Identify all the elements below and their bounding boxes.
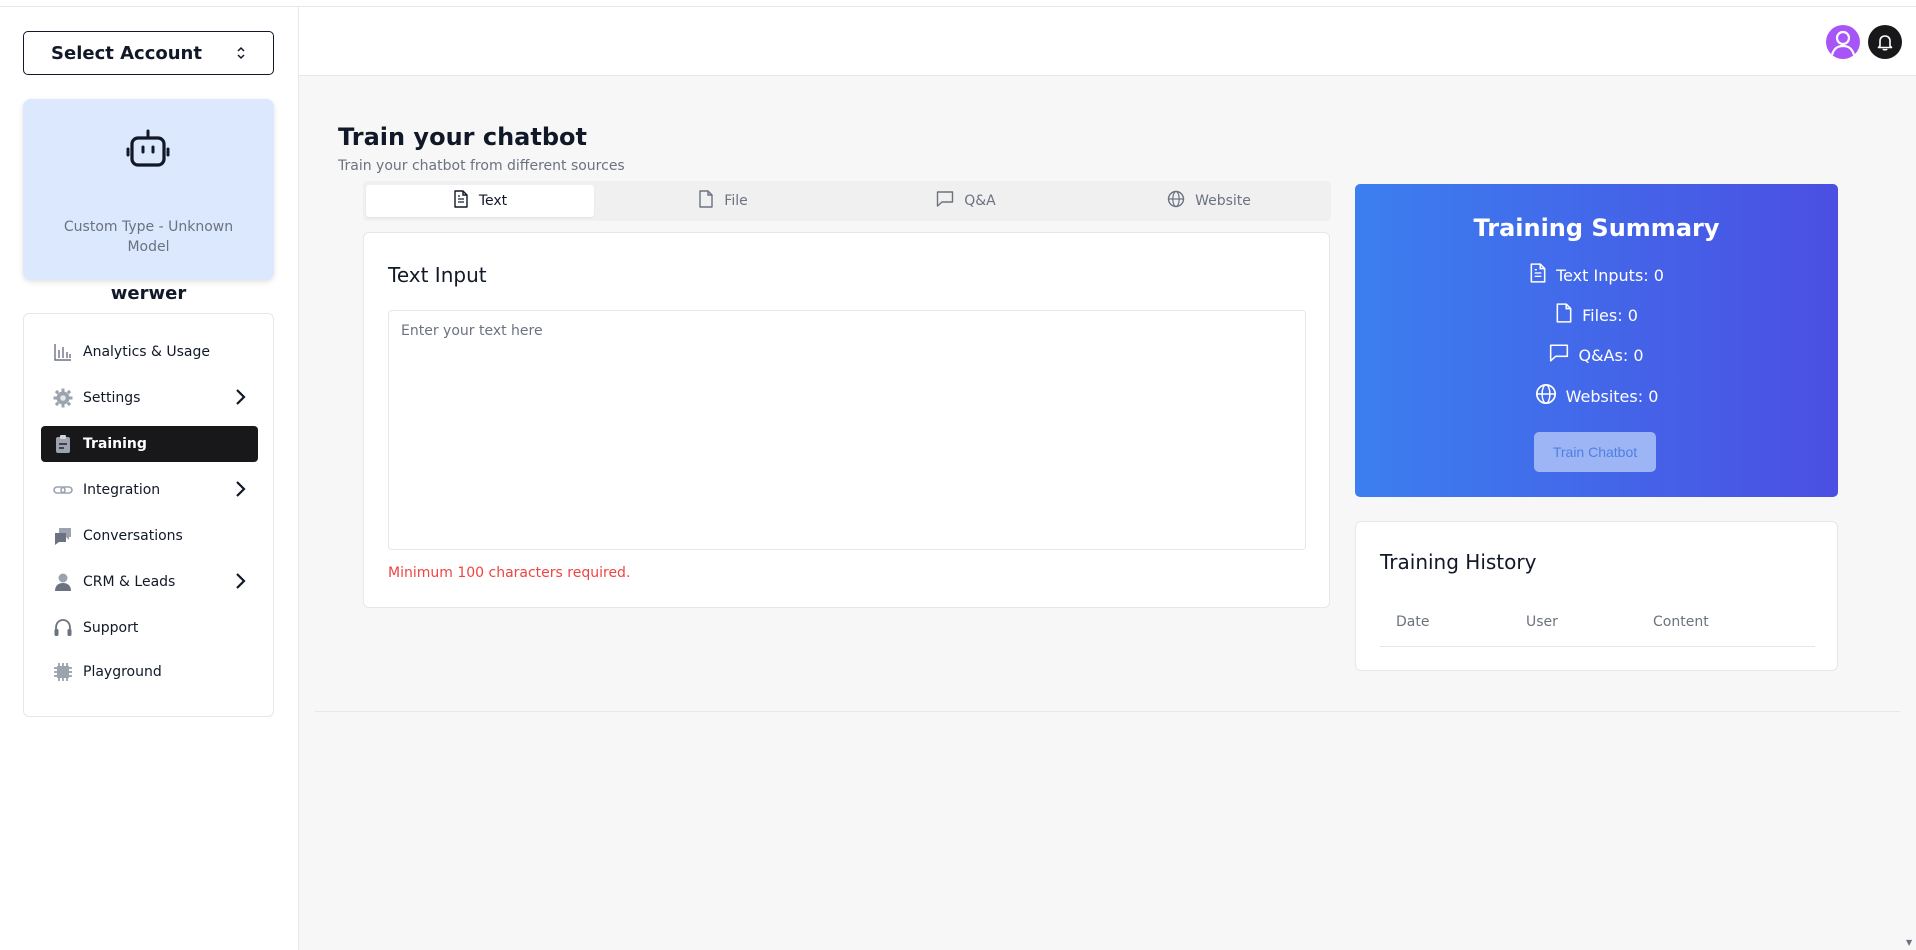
sidebar-item-label: Settings xyxy=(83,390,141,406)
footer-divider xyxy=(315,711,1900,712)
select-account-dropdown[interactable]: Select Account xyxy=(23,31,274,75)
sidebar-item-label: CRM & Leads xyxy=(83,574,176,590)
training-history-card: Training History Date User Content xyxy=(1355,521,1838,671)
sidebar-item-playground[interactable]: Playground xyxy=(41,654,258,690)
globe-icon xyxy=(1167,190,1185,212)
summary-text-inputs: Text Inputs: 0 xyxy=(1355,263,1838,287)
notification-bell-icon[interactable] xyxy=(1868,25,1902,59)
chevron-up-down-icon xyxy=(236,46,246,60)
robot-icon xyxy=(126,129,170,169)
page-title: Train your chatbot xyxy=(338,123,587,151)
tab-label: Website xyxy=(1195,193,1251,209)
select-account-label: Select Account xyxy=(51,42,202,64)
tab-qa[interactable]: Q&A xyxy=(852,185,1080,217)
validation-error: Minimum 100 characters required. xyxy=(388,565,631,581)
sidebar-item-label: Training xyxy=(83,436,147,452)
document-text-icon xyxy=(1529,263,1547,287)
chevron-right-icon xyxy=(234,480,246,502)
chip-icon xyxy=(53,662,73,682)
sidebar-item-label: Integration xyxy=(83,482,161,498)
sidebar-item-label: Conversations xyxy=(83,528,183,544)
chevron-right-icon xyxy=(234,388,246,410)
text-input-title: Text Input xyxy=(388,263,487,287)
sidebar-item-analytics[interactable]: Analytics & Usage xyxy=(41,334,258,370)
tab-label: Q&A xyxy=(964,193,996,209)
summary-files: Files: 0 xyxy=(1355,303,1838,327)
sidebar-item-conversations[interactable]: Conversations xyxy=(41,518,258,554)
sidebar-item-integration[interactable]: Integration xyxy=(41,472,258,508)
sidebar-item-crm-leads[interactable]: CRM & Leads xyxy=(41,564,258,600)
gear-icon xyxy=(53,388,73,408)
main-content: Train your chatbot Train your chatbot fr… xyxy=(299,7,1916,950)
tab-label: Text xyxy=(478,193,508,209)
chat-icon xyxy=(1549,343,1569,367)
training-summary-title: Training Summary xyxy=(1473,214,1720,242)
headphones-icon xyxy=(53,618,73,638)
summary-line-label: Files: 0 xyxy=(1582,305,1638,325)
chat-bubbles-icon xyxy=(53,526,73,546)
column-header-content: Content xyxy=(1653,614,1709,630)
training-summary-card: Training Summary Text Inputs: 0 Files: 0… xyxy=(1355,184,1838,497)
summary-websites: Websites: 0 xyxy=(1355,383,1838,409)
summary-line-label: Text Inputs: 0 xyxy=(1556,265,1664,285)
summary-line-label: Q&As: 0 xyxy=(1578,345,1644,365)
page-subtitle: Train your chatbot from different source… xyxy=(338,158,625,174)
summary-line-label: Websites: 0 xyxy=(1565,386,1659,406)
column-header-date: Date xyxy=(1396,614,1430,630)
top-header xyxy=(299,7,1916,76)
sidebar-nav: Analytics & Usage Settings Training Inte… xyxy=(23,313,274,717)
tab-label: File xyxy=(724,193,748,209)
sidebar-item-settings[interactable]: Settings xyxy=(41,380,258,416)
text-input-card: Text Input Minimum 100 characters requir… xyxy=(363,232,1330,608)
top-border xyxy=(0,0,1916,7)
bot-type: Custom Type - Unknown Model xyxy=(63,219,234,255)
scroll-down-arrow-icon[interactable]: ▼ xyxy=(1906,938,1912,947)
tab-text[interactable]: Text xyxy=(366,185,594,217)
chat-icon xyxy=(936,190,954,212)
sidebar-item-training[interactable]: Training xyxy=(41,426,258,462)
chevron-right-icon xyxy=(234,572,246,594)
sidebar: Select Account werwer Custom Type - Unkn… xyxy=(0,7,299,950)
bot-name: werwer xyxy=(110,283,187,304)
globe-icon xyxy=(1535,383,1557,409)
user-icon xyxy=(53,572,73,592)
summary-qas: Q&As: 0 xyxy=(1355,343,1838,367)
file-icon xyxy=(1555,303,1573,327)
sidebar-item-support[interactable]: Support xyxy=(41,610,258,646)
training-history-title: Training History xyxy=(1380,550,1537,574)
text-input-field[interactable] xyxy=(388,310,1306,550)
bar-chart-icon xyxy=(53,342,73,362)
clipboard-icon xyxy=(53,434,73,454)
train-chatbot-button[interactable]: Train Chatbot xyxy=(1534,432,1656,472)
sidebar-item-label: Playground xyxy=(83,664,162,680)
file-icon xyxy=(698,190,714,212)
sidebar-item-label: Analytics & Usage xyxy=(83,344,211,360)
tab-file[interactable]: File xyxy=(609,185,837,217)
column-header-user: User xyxy=(1526,614,1558,630)
source-tabs: Text File Q&A Website xyxy=(363,181,1331,221)
sidebar-item-label: Support xyxy=(83,620,139,636)
link-icon xyxy=(53,480,73,500)
tab-website[interactable]: Website xyxy=(1095,185,1323,217)
table-divider xyxy=(1380,646,1815,647)
bot-card: werwer Custom Type - Unknown Model xyxy=(23,99,274,304)
document-text-icon xyxy=(453,190,469,212)
user-avatar[interactable] xyxy=(1826,25,1860,59)
